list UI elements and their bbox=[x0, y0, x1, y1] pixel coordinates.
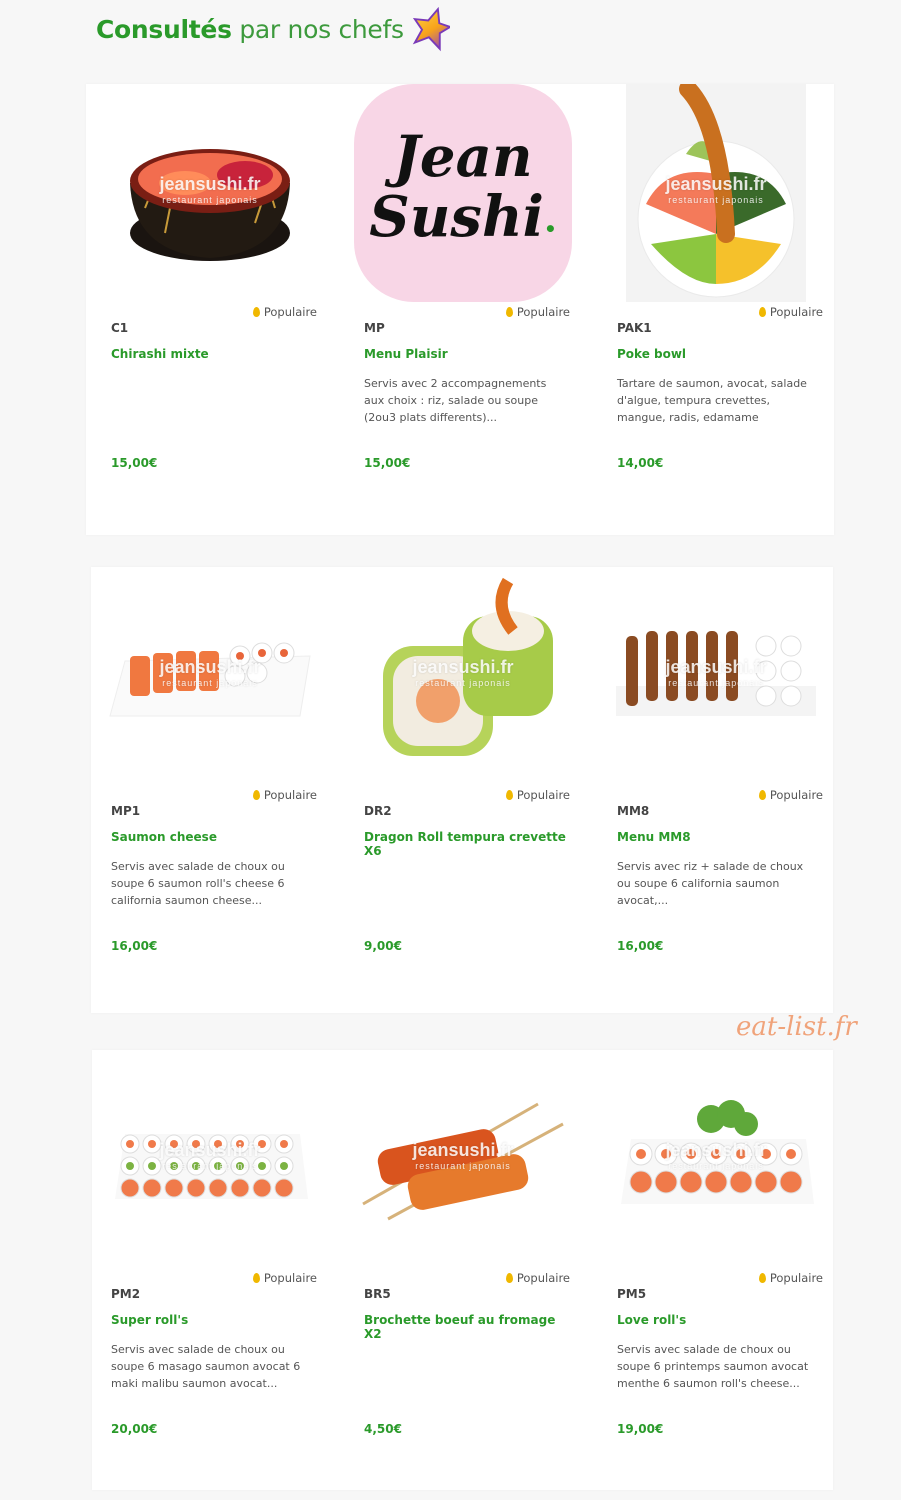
product-image[interactable]: jeansushi.fr restaurant japonais bbox=[101, 84, 319, 302]
product-card[interactable]: jeansushi.fr restaurant japonais Populair… bbox=[599, 1050, 833, 1437]
product-image[interactable]: jeansushi.fr restaurant japonais bbox=[101, 567, 319, 785]
product-name[interactable]: Chirashi mixte bbox=[111, 347, 315, 361]
product-price: 16,00€ bbox=[111, 939, 158, 953]
image-watermark: jeansushi.fr restaurant japonais bbox=[665, 1140, 767, 1171]
product-name[interactable]: Menu Plaisir bbox=[364, 347, 568, 361]
product-card[interactable]: jeansushi.fr restaurant japonais Populair… bbox=[93, 1050, 327, 1437]
product-card[interactable]: jeansushi.fr restaurant japonais Populair… bbox=[93, 84, 327, 471]
product-price: 16,00€ bbox=[617, 939, 664, 953]
popular-badge: Populaire bbox=[252, 305, 317, 319]
flame-icon bbox=[252, 790, 260, 800]
product-name[interactable]: Brochette boeuf au fromage X2 bbox=[364, 1313, 568, 1341]
product-card[interactable]: Jean Sushi• Populaire MP Menu Plaisir Se… bbox=[346, 84, 580, 471]
flame-icon bbox=[505, 790, 513, 800]
popular-badge: Populaire bbox=[252, 788, 317, 802]
product-description: Tartare de saumon, avocat, salade d'algu… bbox=[617, 377, 807, 424]
popular-label: Populaire bbox=[516, 305, 570, 319]
product-code: C1 bbox=[111, 321, 129, 335]
star-icon bbox=[412, 6, 450, 52]
product-code: DR2 bbox=[364, 804, 392, 818]
product-card[interactable]: jeansushi.fr restaurant japonais Populair… bbox=[599, 567, 833, 954]
flame-icon bbox=[252, 307, 260, 317]
section-title-light: par nos chefs bbox=[239, 14, 404, 44]
section-title: Consultés par nos chefs bbox=[96, 15, 404, 44]
popular-badge: Populaire bbox=[758, 788, 823, 802]
flame-icon bbox=[252, 1273, 260, 1283]
popular-label: Populaire bbox=[769, 1271, 823, 1285]
popular-label: Populaire bbox=[769, 788, 823, 802]
product-code: PAK1 bbox=[617, 321, 652, 335]
popular-label: Populaire bbox=[263, 305, 317, 319]
popular-label: Populaire bbox=[516, 788, 570, 802]
image-watermark: jeansushi.fr restaurant japonais bbox=[412, 657, 514, 688]
product-description: Servis avec salade de choux ou soupe 6 m… bbox=[111, 1343, 301, 1390]
product-card[interactable]: jeansushi.fr restaurant japonais Populair… bbox=[346, 1050, 580, 1437]
popular-badge: Populaire bbox=[505, 305, 570, 319]
product-code: PM5 bbox=[617, 1287, 647, 1301]
popular-badge: Populaire bbox=[252, 1271, 317, 1285]
product-image[interactable]: jeansushi.fr restaurant japonais bbox=[101, 1050, 319, 1268]
product-description: Servis avec salade de choux ou soupe 6 s… bbox=[111, 860, 285, 907]
popular-badge: Populaire bbox=[505, 788, 570, 802]
product-name[interactable]: Love roll's bbox=[617, 1313, 821, 1327]
product-price: 14,00€ bbox=[617, 456, 664, 470]
flame-icon bbox=[505, 1273, 513, 1283]
popular-label: Populaire bbox=[263, 788, 317, 802]
product-price: 4,50€ bbox=[364, 1422, 402, 1436]
product-image[interactable]: jeansushi.fr restaurant japonais bbox=[607, 1050, 825, 1268]
image-watermark: jeansushi.fr restaurant japonais bbox=[665, 174, 767, 205]
product-description: Servis avec salade de choux ou soupe 6 p… bbox=[617, 1343, 809, 1390]
popular-badge: Populaire bbox=[505, 1271, 570, 1285]
image-watermark: jeansushi.fr restaurant japonais bbox=[159, 174, 261, 205]
product-name[interactable]: Saumon cheese bbox=[111, 830, 315, 844]
product-image[interactable]: jeansushi.fr restaurant japonais bbox=[354, 567, 572, 785]
popular-label: Populaire bbox=[516, 1271, 570, 1285]
popular-label: Populaire bbox=[263, 1271, 317, 1285]
product-code: PM2 bbox=[111, 1287, 141, 1301]
product-name[interactable]: Poke bowl bbox=[617, 347, 821, 361]
product-image[interactable]: jeansushi.fr restaurant japonais bbox=[354, 1050, 572, 1268]
product-price: 9,00€ bbox=[364, 939, 402, 953]
product-image[interactable]: jeansushi.fr restaurant japonais bbox=[607, 84, 825, 302]
product-price: 15,00€ bbox=[364, 456, 411, 470]
product-code: MM8 bbox=[617, 804, 650, 818]
flame-icon bbox=[758, 790, 766, 800]
product-image[interactable]: jeansushi.fr restaurant japonais bbox=[607, 567, 825, 785]
product-description: Servis avec 2 accompagnements aux choix … bbox=[364, 377, 547, 424]
flame-icon bbox=[758, 1273, 766, 1283]
product-code: MP bbox=[364, 321, 385, 335]
section-title-bold: Consultés bbox=[96, 14, 232, 44]
product-price: 20,00€ bbox=[111, 1422, 158, 1436]
product-code: BR5 bbox=[364, 1287, 391, 1301]
product-price: 19,00€ bbox=[617, 1422, 664, 1436]
image-watermark: jeansushi.fr restaurant japonais bbox=[159, 657, 261, 688]
corner-watermark: eat-list.fr bbox=[736, 1012, 857, 1042]
flame-icon bbox=[758, 307, 766, 317]
popular-label: Populaire bbox=[769, 305, 823, 319]
image-watermark: jeansushi.fr restaurant japonais bbox=[665, 657, 767, 688]
flame-icon bbox=[505, 307, 513, 317]
popular-badge: Populaire bbox=[758, 1271, 823, 1285]
section-header: Consultés par nos chefs bbox=[96, 6, 450, 52]
product-name[interactable]: Menu MM8 bbox=[617, 830, 821, 844]
product-card[interactable]: jeansushi.fr restaurant japonais Populair… bbox=[346, 567, 580, 954]
product-description: Servis avec riz + salade de choux ou sou… bbox=[617, 860, 804, 907]
product-code: MP1 bbox=[111, 804, 141, 818]
product-image[interactable]: Jean Sushi• bbox=[354, 84, 572, 302]
product-card[interactable]: jeansushi.fr restaurant japonais Populair… bbox=[93, 567, 327, 954]
product-price: 15,00€ bbox=[111, 456, 158, 470]
image-watermark: jeansushi.fr restaurant japonais bbox=[412, 1140, 514, 1171]
product-card[interactable]: jeansushi.fr restaurant japonais Populair… bbox=[599, 84, 833, 471]
popular-badge: Populaire bbox=[758, 305, 823, 319]
product-name[interactable]: Dragon Roll tempura crevette X6 bbox=[364, 830, 568, 858]
product-name[interactable]: Super roll's bbox=[111, 1313, 315, 1327]
image-watermark: jeansushi.fr restaurant japonais bbox=[159, 1140, 261, 1171]
